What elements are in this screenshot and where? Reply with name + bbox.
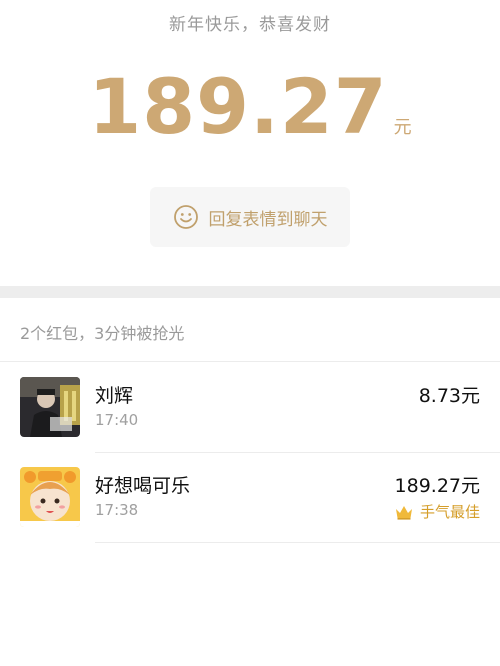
avatar[interactable] bbox=[20, 377, 80, 437]
red-packet-header: 新年快乐，恭喜发财 189.27 元 回复表情到聊天 bbox=[0, 0, 500, 286]
list-item[interactable]: 好想喝可乐 17:38 189.27元 手气最佳 bbox=[0, 467, 500, 557]
claim-time: 17:40 bbox=[95, 411, 139, 429]
claim-summary: 2个红包，3分钟被抢光 bbox=[20, 324, 185, 343]
best-luck-badge: 手气最佳 bbox=[394, 501, 480, 522]
best-luck-label: 手气最佳 bbox=[419, 503, 480, 521]
amount-value: 189.27 bbox=[88, 62, 388, 151]
reply-with-sticker-button[interactable]: 回复表情到聊天 bbox=[150, 187, 350, 247]
claim-amount: 189.27元 bbox=[394, 475, 480, 497]
sender-name: 刘辉 bbox=[95, 385, 134, 407]
claim-time: 17:38 bbox=[95, 501, 139, 519]
greeting-text: 新年快乐，恭喜发财 bbox=[169, 15, 331, 35]
reply-button-label: 回复表情到聊天 bbox=[208, 209, 328, 230]
list-divider bbox=[95, 452, 500, 453]
crown-icon bbox=[394, 504, 414, 520]
list-item[interactable]: 刘辉 17:40 8.73元 bbox=[0, 377, 500, 467]
section-divider bbox=[0, 286, 500, 298]
amount-display: 189.27 元 bbox=[0, 62, 500, 151]
smiley-icon bbox=[173, 204, 199, 230]
avatar[interactable] bbox=[20, 467, 80, 527]
sender-name: 好想喝可乐 bbox=[95, 475, 191, 497]
list-divider bbox=[0, 361, 500, 362]
list-divider bbox=[95, 542, 500, 543]
claim-amount: 8.73元 bbox=[418, 385, 480, 407]
amount-unit: 元 bbox=[393, 117, 412, 138]
